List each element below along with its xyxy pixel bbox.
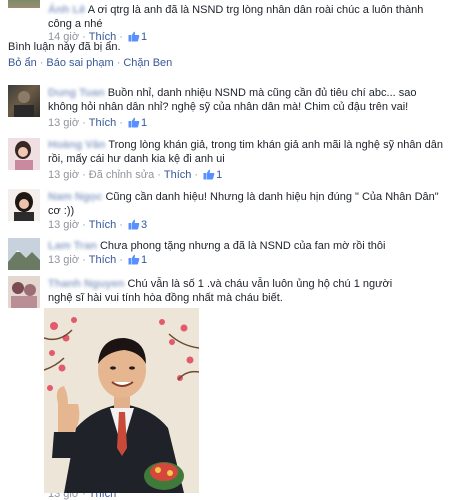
block-link[interactable]: Chặn Ben: [123, 57, 172, 69]
unhide-link[interactable]: Bỏ ẩn: [8, 57, 37, 69]
report-link[interactable]: Báo sai phạm: [46, 57, 113, 69]
comment-time[interactable]: 13 giờ: [48, 254, 79, 266]
comment-author[interactable]: Thanh Nguyen: [48, 277, 124, 291]
hidden-comment-notice: Bình luận này đã bị ẩn. Bỏ ẩn · Báo sai ph…: [8, 41, 448, 69]
hidden-comment-text: Bình luận này đã bị ẩn.: [8, 41, 121, 53]
avatar[interactable]: [8, 189, 40, 221]
comment-author[interactable]: Hoàng Vân: [48, 138, 105, 152]
thumbs-up-icon: [128, 219, 140, 233]
comment-author[interactable]: Dung Tuan: [48, 86, 105, 100]
comment-text: Trong lòng khán giả, trong tim khán giả …: [48, 139, 444, 165]
like-button[interactable]: Thích: [164, 169, 192, 181]
comment-author[interactable]: Nam Ngọc: [48, 190, 102, 204]
avatar[interactable]: [8, 238, 40, 270]
edited-label[interactable]: Đã chỉnh sửa: [89, 169, 154, 181]
comment-author[interactable]: Ánh Lê: [48, 3, 85, 17]
comment-text: Chưa phong tặng nhưng a đã là NSND của f…: [99, 240, 386, 252]
like-button[interactable]: Thích: [89, 117, 117, 129]
avatar[interactable]: [8, 276, 40, 308]
comment-time[interactable]: 13 giờ: [48, 117, 79, 129]
comment-time[interactable]: 13 giờ: [48, 169, 79, 181]
comment-meta: 13 giờ · Thích · 1: [48, 254, 148, 268]
comment-text: A ơi qtrg là anh đã là NSND trg lòng nhâ…: [48, 4, 424, 30]
like-button[interactable]: Thích: [89, 219, 117, 231]
comment-text: Cũng cần danh hiệu! Nhưng là danh hiệu h…: [48, 191, 439, 217]
comment-meta: 13 giờ · Thích · 1: [48, 117, 148, 131]
comment-author[interactable]: Lam Tran: [48, 239, 97, 253]
like-button[interactable]: Thích: [89, 254, 117, 266]
like-count[interactable]: 3: [141, 219, 147, 231]
thumbs-up-icon: [128, 254, 140, 268]
thumbs-up-icon: [203, 169, 215, 183]
like-count[interactable]: 1: [216, 169, 222, 181]
avatar[interactable]: [8, 0, 40, 8]
avatar[interactable]: [8, 85, 40, 117]
like-count[interactable]: 1: [141, 117, 147, 129]
comment-meta: 13 giờ · Thích · 3: [48, 219, 148, 233]
comment-time[interactable]: 13 giờ: [48, 219, 79, 231]
comment-meta: 13 giờ · Đã chỉnh sửa · Thích · 1: [48, 169, 223, 183]
thumbs-up-icon: [128, 117, 140, 131]
avatar[interactable]: [8, 138, 40, 170]
comment-photo[interactable]: [44, 308, 199, 493]
like-count[interactable]: 1: [141, 254, 147, 266]
